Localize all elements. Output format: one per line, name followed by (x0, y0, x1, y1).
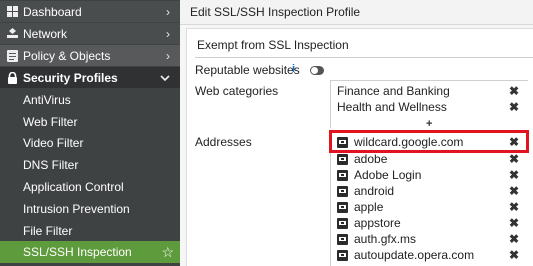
address-icon (337, 234, 348, 245)
sidebar-item-label: AntiVirus (23, 92, 71, 107)
lock-icon (6, 71, 18, 84)
list-item: Finance and Banking ✖ (331, 83, 529, 100)
addresses-label: Addresses (195, 135, 252, 149)
sidebar-item-label: File Filter (23, 223, 73, 238)
category-name: Finance and Banking (337, 84, 450, 98)
list-item: Health and Wellness ✖ (331, 99, 529, 116)
sidebar-item-label: Web Filter (23, 114, 78, 129)
address-name: auth.gfx.ms (354, 232, 417, 246)
sidebar-item-label: Security Profiles (23, 70, 118, 85)
sidebar-item-intrusion-prevention[interactable]: Intrusion Prevention (0, 198, 180, 219)
sidebar-item-label: SSL/SSH Inspection (23, 245, 132, 259)
close-icon[interactable]: ✖ (509, 152, 519, 166)
address-name: adobe (354, 152, 388, 166)
close-icon[interactable]: ✖ (509, 100, 519, 114)
chevron-right-icon: › (166, 4, 170, 19)
sidebar-item-antivirus[interactable]: AntiVirus (0, 89, 180, 110)
section-title: Exempt from SSL Inspection (197, 38, 349, 52)
highlight-box (329, 130, 529, 153)
reputable-websites-label: Reputable websites (195, 63, 300, 77)
sidebar-item-policy-objects[interactable]: Policy & Objects › (0, 45, 180, 66)
list-item: appstore ✖ (331, 215, 529, 232)
address-name: appstore (354, 216, 401, 230)
sidebar-item-dashboard[interactable]: Dashboard › (0, 1, 180, 22)
policy-icon (6, 49, 18, 62)
address-icon (337, 170, 348, 181)
sidebar-item-web-filter[interactable]: Web Filter (0, 111, 180, 132)
add-category-button[interactable]: + (426, 118, 432, 130)
sidebar-item-label: Video Filter (23, 135, 84, 150)
info-icon[interactable]: i (292, 63, 302, 75)
address-name: apple (354, 200, 384, 214)
close-icon[interactable]: ✖ (509, 200, 519, 214)
sidebar: Dashboard › Network › Policy & Objects ›… (0, 0, 180, 266)
sidebar-item-file-filter[interactable]: File Filter (0, 220, 180, 241)
sidebar-item-network[interactable]: Network › (0, 23, 180, 44)
close-icon[interactable]: ✖ (509, 184, 519, 198)
sidebar-item-video-filter[interactable]: Video Filter (0, 132, 180, 153)
page-header: Edit SSL/SSH Inspection Profile (180, 0, 533, 25)
chevron-right-icon: › (166, 48, 170, 63)
sidebar-item-security-profiles[interactable]: Security Profiles (0, 67, 180, 88)
reputable-websites-toggle[interactable] (310, 66, 324, 75)
list-item: autoupdate.opera.com ✖ (331, 247, 529, 264)
sidebar-item-ssl-ssh-inspection[interactable]: SSL/SSH Inspection ☆ (0, 241, 180, 263)
sidebar-item-label: Dashboard (23, 4, 82, 19)
list-item: android ✖ (331, 183, 529, 200)
chevron-down-icon (160, 71, 170, 85)
list-item: adobe ✖ (331, 151, 529, 168)
sidebar-item-label: DNS Filter (23, 157, 79, 172)
list-item: auth.gfx.ms ✖ (331, 231, 529, 248)
address-name: Adobe Login (354, 168, 422, 182)
sidebar-item-application-control[interactable]: Application Control (0, 176, 180, 197)
address-icon (337, 154, 348, 165)
network-icon (6, 28, 18, 40)
close-icon[interactable]: ✖ (509, 216, 519, 230)
sidebar-item-label: Application Control (23, 179, 124, 194)
address-icon (337, 250, 348, 261)
sidebar-item-label: Network (23, 26, 68, 41)
address-icon (337, 218, 348, 229)
close-icon[interactable]: ✖ (509, 232, 519, 246)
web-categories-label: Web categories (195, 84, 279, 98)
sidebar-item-label: Policy & Objects (23, 48, 111, 63)
star-icon[interactable]: ☆ (161, 244, 174, 261)
list-item: apple ✖ (331, 199, 529, 216)
chevron-right-icon: › (166, 26, 170, 41)
page-title: Edit SSL/SSH Inspection Profile (190, 5, 361, 19)
close-icon[interactable]: ✖ (509, 84, 519, 98)
category-name: Health and Wellness (337, 100, 447, 114)
address-name: autoupdate.opera.com (354, 248, 475, 262)
section-divider (195, 57, 533, 58)
dashboard-icon (6, 6, 18, 18)
main-panel: Edit SSL/SSH Inspection Profile Exempt f… (180, 0, 533, 266)
address-icon (337, 202, 348, 213)
close-icon[interactable]: ✖ (509, 168, 519, 182)
address-name: android (354, 184, 395, 198)
sidebar-item-label: Intrusion Prevention (23, 201, 130, 216)
address-icon (337, 186, 348, 197)
sidebar-item-dns-filter[interactable]: DNS Filter (0, 154, 180, 175)
list-item: Adobe Login ✖ (331, 167, 529, 184)
close-icon[interactable]: ✖ (509, 248, 519, 262)
